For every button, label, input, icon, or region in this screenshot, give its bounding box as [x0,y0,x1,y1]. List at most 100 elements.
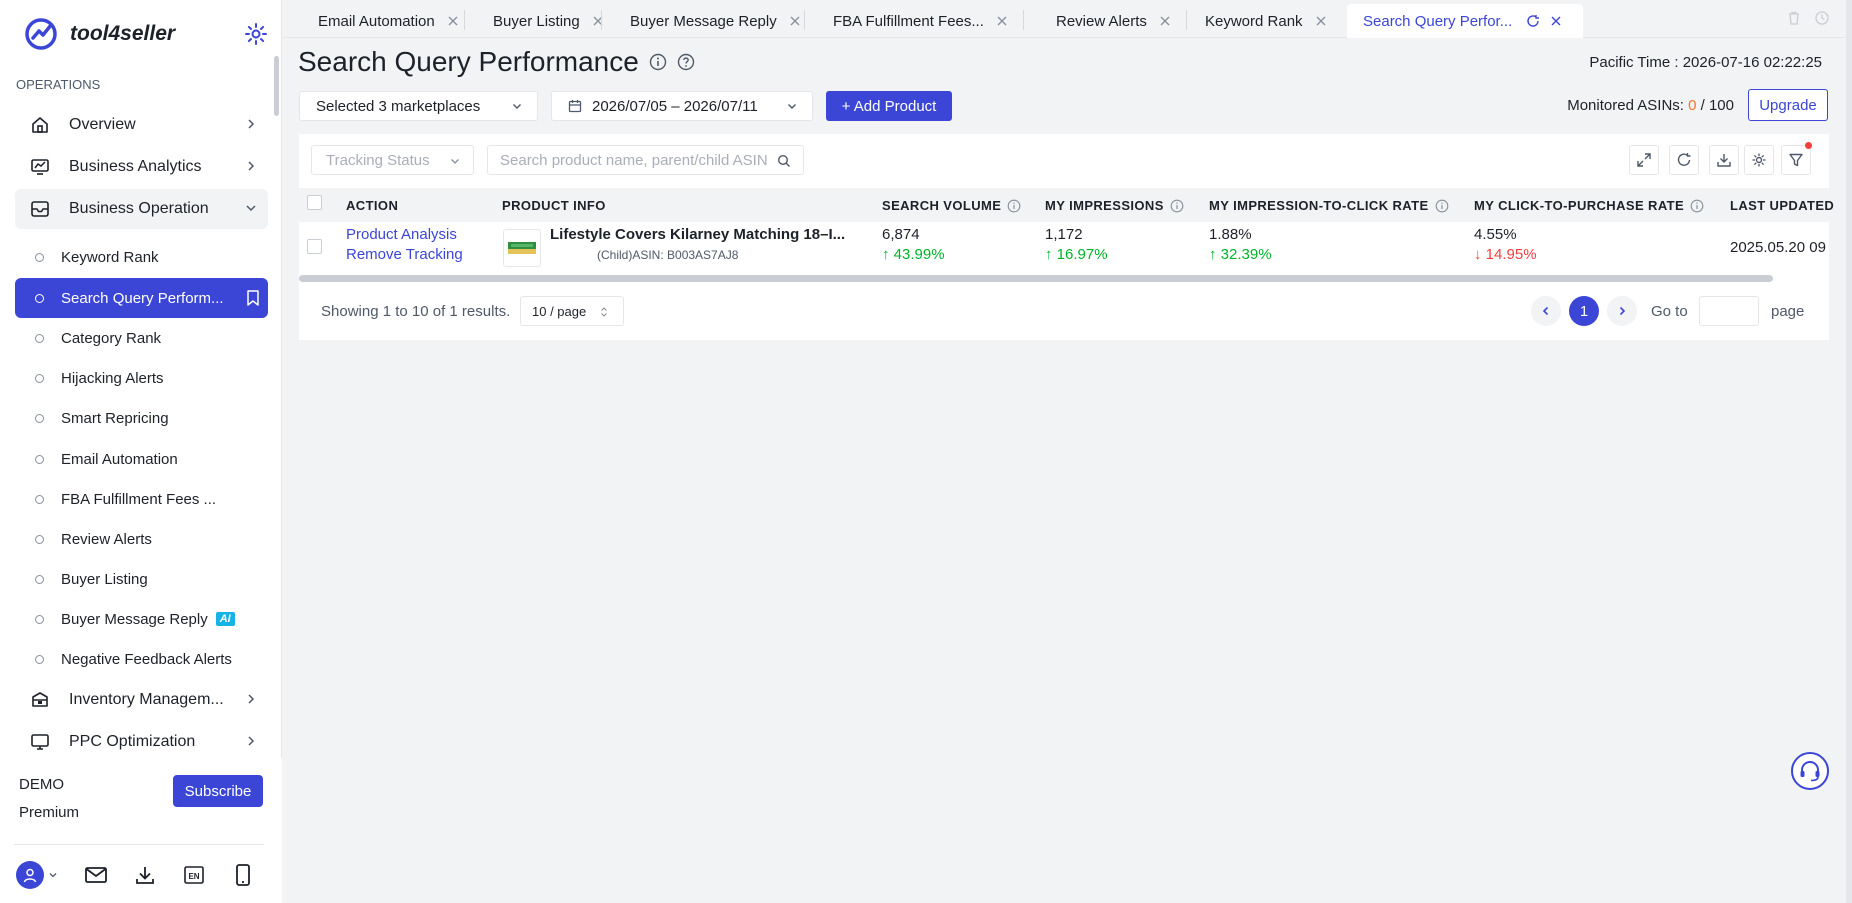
page-scrollbar[interactable] [1846,0,1852,903]
nav-hijacking-alerts[interactable]: Hijacking Alerts [15,358,268,398]
dot-icon [35,413,44,423]
brand[interactable]: tool4seller [24,14,175,54]
nav-business-analytics[interactable]: Business Analytics [15,147,268,187]
chevron-down-icon [246,205,256,212]
history-icon[interactable] [1814,10,1830,26]
results-panel: Tracking Status Search product name, par… [299,134,1834,340]
col-label: MY IMPRESSION-TO-CLICK RATE [1209,198,1429,213]
next-page-button[interactable] [1607,296,1637,326]
nav-negative-feedback-alerts[interactable]: Negative Feedback Alerts [15,639,268,679]
tab-buyer-listing[interactable]: Buyer Listing [477,4,604,38]
table-horizontal-scrollbar[interactable] [299,275,1773,282]
language-icon[interactable]: EN [181,862,207,888]
search-input[interactable]: Search product name, parent/child ASIN [487,145,804,175]
nav-label: Buyer Message Reply [61,610,208,628]
user-menu[interactable] [14,861,60,889]
mobile-icon[interactable] [230,862,256,888]
nav-keyword-rank[interactable]: Keyword Rank [15,237,268,277]
add-product-button[interactable]: + Add Product [826,91,952,121]
close-icon[interactable] [789,15,801,27]
export-button[interactable] [1709,145,1739,175]
refresh-button[interactable] [1669,145,1699,175]
nav-buyer-message-reply[interactable]: Buyer Message Reply AI [15,599,268,639]
nav-label: Business Operation [69,200,209,217]
info-icon[interactable] [1435,199,1449,213]
info-icon[interactable] [1170,199,1184,213]
tab-bar: Email Automation Buyer Listing Buyer Mes… [283,0,1852,38]
col-search-volume[interactable]: SEARCH VOLUME [882,198,1021,213]
col-impression-to-click-rate[interactable]: MY IMPRESSION-TO-CLICK RATE [1209,198,1449,213]
page-number-current[interactable]: 1 [1569,296,1599,326]
product-name[interactable]: Lifestyle Covers Kilarney Matching 18–I.… [550,226,845,243]
chevron-down-icon [451,159,459,164]
product-analysis-link[interactable]: Product Analysis [346,226,457,243]
close-icon[interactable] [1159,15,1171,27]
goto-page-input[interactable] [1699,296,1759,326]
marketplace-select[interactable]: Selected 3 marketplaces [299,91,538,121]
tab-divider [601,10,602,30]
info-icon[interactable] [1690,199,1704,213]
nav-ppc-optimization[interactable]: PPC Optimization [15,722,268,762]
help-icon[interactable] [677,53,695,71]
tab-email-automation[interactable]: Email Automation [302,4,459,38]
nav-label: Hijacking Alerts [61,369,164,387]
nav-inventory-management[interactable]: Inventory Managem... [15,680,268,720]
column-settings-button[interactable] [1744,145,1774,175]
tracking-status-select[interactable]: Tracking Status [311,145,474,175]
page-size-select[interactable]: 10 / page [520,296,624,326]
nav-email-automation[interactable]: Email Automation [15,439,268,479]
nav-fba-fulfillment-fees[interactable]: FBA Fulfillment Fees ... [15,479,268,519]
col-click-to-purchase-rate[interactable]: MY CLICK-TO-PURCHASE RATE [1474,198,1704,213]
nav-search-query-performance[interactable]: Search Query Perform... [15,278,268,318]
prev-page-button[interactable] [1531,296,1561,326]
mail-icon[interactable] [83,862,109,888]
col-label: LAST UPDATED [1730,198,1835,213]
nav-buyer-listing[interactable]: Buyer Listing [15,559,268,599]
row-checkbox[interactable] [307,239,322,254]
headset-icon [1800,761,1820,782]
search-icon[interactable] [777,154,791,168]
select-all-checkbox[interactable] [307,195,322,210]
upgrade-button[interactable]: Upgrade [1748,89,1828,121]
date-range-picker[interactable]: 2026/07/05 – 2026/07/11 [551,91,813,121]
nav-smart-repricing[interactable]: Smart Repricing [15,398,268,438]
info-icon[interactable] [1007,199,1021,213]
nav-review-alerts[interactable]: Review Alerts [15,519,268,559]
col-last-updated[interactable]: LAST UPDATED [1730,198,1834,213]
fullscreen-button[interactable] [1629,145,1659,175]
tab-keyword-rank[interactable]: Keyword Rank [1189,4,1327,38]
download-icon[interactable] [132,862,158,888]
trash-icon[interactable] [1786,10,1802,26]
close-icon[interactable] [1550,15,1562,27]
tab-review-alerts[interactable]: Review Alerts [1040,4,1171,38]
customer-support-button[interactable] [1791,752,1829,790]
nav-business-operation[interactable]: Business Operation [15,189,268,229]
filter-button[interactable] [1781,142,1812,175]
subscribe-button[interactable]: Subscribe [173,775,263,807]
cvr-change: ↓ 14.95% [1474,246,1537,263]
info-icon[interactable] [649,53,667,71]
tab-divider [1023,10,1024,30]
impressions-value: 1,172 [1045,226,1083,243]
bookmark-icon[interactable] [246,290,260,306]
dot-icon [35,252,44,262]
sidebar-scrollbar[interactable] [274,56,279,116]
gear-icon[interactable] [244,22,268,46]
tab-fba-fulfillment-fees[interactable]: FBA Fulfillment Fees... [817,4,1008,38]
tab-buyer-message-reply[interactable]: Buyer Message Reply [614,4,801,38]
nav-label: Smart Repricing [61,409,169,427]
close-icon[interactable] [996,15,1008,27]
close-icon[interactable] [447,15,459,27]
sort-caret-icon [601,307,607,317]
nav-category-rank[interactable]: Category Rank [15,318,268,358]
col-my-impressions[interactable]: MY IMPRESSIONS [1045,198,1184,213]
remove-tracking-link[interactable]: Remove Tracking [346,246,463,263]
page-title: Search Query Performance [298,46,695,78]
product-thumbnail[interactable] [503,229,541,267]
close-icon[interactable] [1315,15,1327,27]
nav-overview[interactable]: Overview [15,105,268,145]
nav-label: Buyer Listing [61,570,148,588]
nav-label: Inventory Managem... [69,691,224,708]
refresh-icon[interactable] [1526,14,1540,28]
tab-search-query-performance[interactable]: Search Query Perfor... [1347,4,1583,38]
